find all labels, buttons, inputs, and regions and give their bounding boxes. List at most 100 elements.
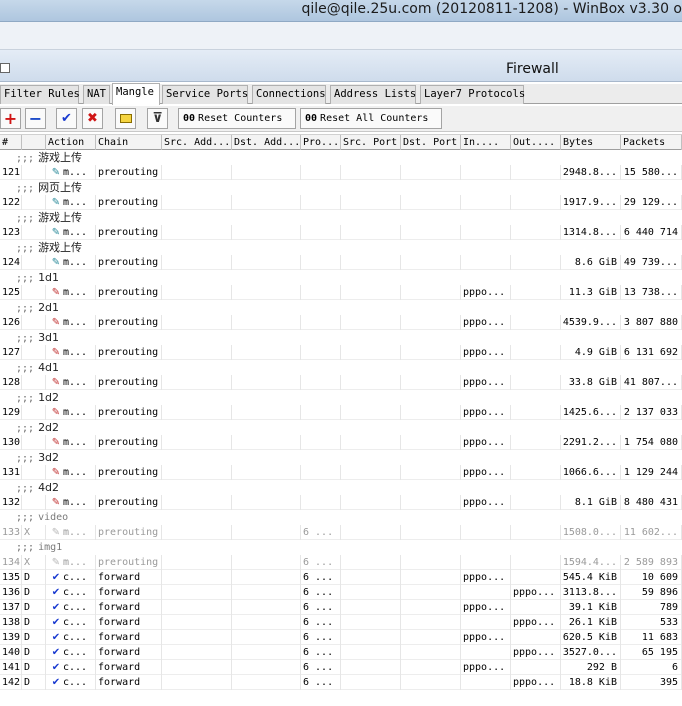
cell-proto	[301, 345, 341, 360]
accept-check-icon: ✔	[51, 602, 61, 613]
cell-flag: D	[22, 630, 46, 645]
cell-in	[461, 615, 511, 630]
rule-comment[interactable]: ;;; 3d2	[0, 450, 682, 465]
table-row[interactable]: 122 ✎ m... prerouting 1917.9... 29 129...	[0, 195, 682, 210]
window-header[interactable]: Firewall	[0, 50, 682, 82]
col-flag[interactable]	[22, 135, 46, 150]
table-row[interactable]: 142 D ✔ c... forward 6 ... pppo... 18.8 KiB 395	[0, 675, 682, 690]
col-dst-port[interactable]: Dst. Port	[401, 135, 461, 150]
tab-connections[interactable]: Connections	[252, 85, 326, 104]
tab-filter-rules[interactable]: Filter Rules	[0, 85, 80, 104]
rule-comment[interactable]: ;;; img1	[0, 540, 682, 555]
cell-out	[511, 525, 561, 540]
cell-num: 131	[2, 465, 22, 480]
table-row[interactable]: 121 ✎ m... prerouting 2948.8... 15 580...	[0, 165, 682, 180]
accept-check-icon: ✔	[51, 572, 61, 583]
table-row[interactable]: 129 ✎ m... prerouting pppo... 1425.6... 2 137 …	[0, 405, 682, 420]
tab-service-ports[interactable]: Service Ports	[162, 85, 248, 104]
table-row[interactable]: 123 ✎ m... prerouting 1314.8... 6 440 714	[0, 225, 682, 240]
rule-comment[interactable]: ;;; 2d2	[0, 420, 682, 435]
rule-comment[interactable]: ;;; 游戏上传	[0, 240, 682, 255]
cell-num: 121	[2, 165, 22, 180]
accept-check-icon: ✔	[51, 662, 61, 673]
cell-src	[162, 615, 232, 630]
table-row[interactable]: 136 D ✔ c... forward 6 ... pppo... 3113.8... 59 …	[0, 585, 682, 600]
cell-flag	[22, 225, 46, 240]
table-row[interactable]: 137 D ✔ c... forward 6 ... pppo... 39.1 KiB 789	[0, 600, 682, 615]
table-row[interactable]: 133 X ✎ m... prerouting 6 ... 1508.0... 11 602.…	[0, 525, 682, 540]
tab-address-lists[interactable]: Address Lists	[330, 85, 416, 104]
cell-src	[162, 225, 232, 240]
cell-sport	[341, 465, 401, 480]
comment-button[interactable]	[115, 108, 136, 129]
cell-bytes: 11.3 GiB	[561, 285, 621, 300]
table-row[interactable]: 128 ✎ m... prerouting pppo... 33.8 GiB 41 807.…	[0, 375, 682, 390]
tab-nat[interactable]: NAT	[83, 85, 110, 104]
rule-comment[interactable]: ;;; 4d2	[0, 480, 682, 495]
col-protocol[interactable]: Pro...	[301, 135, 341, 150]
comment-text: 4d1	[38, 361, 60, 374]
rule-comment[interactable]: ;;; 游戏上传	[0, 150, 682, 165]
disable-button[interactable]: ✖	[82, 108, 103, 129]
cell-dport	[401, 255, 461, 270]
cell-proto	[301, 465, 341, 480]
rule-comment[interactable]: ;;; 1d2	[0, 390, 682, 405]
table-row[interactable]: 124 ✎ m... prerouting 8.6 GiB 49 739...	[0, 255, 682, 270]
cell-sport	[341, 315, 401, 330]
cell-num: 141	[2, 660, 22, 675]
window-menu-icon[interactable]	[0, 63, 10, 73]
col-packets[interactable]: Packets	[621, 135, 682, 150]
tab-layer7-protocols[interactable]: Layer7 Protocols	[420, 85, 525, 104]
table-row[interactable]: 138 D ✔ c... forward 6 ... pppo... 26.1 KiB 533	[0, 615, 682, 630]
col-bytes[interactable]: Bytes	[561, 135, 621, 150]
col-src-port[interactable]: Src. Port	[341, 135, 401, 150]
cell-chain: forward	[96, 585, 162, 600]
reset-counters-button[interactable]: 00 Reset Counters	[178, 108, 296, 129]
col-chain[interactable]: Chain	[96, 135, 162, 150]
enable-button[interactable]: ✔	[56, 108, 77, 129]
remove-button[interactable]: −	[25, 108, 46, 129]
table-row[interactable]: 131 ✎ m... prerouting pppo... 1066.6... 1 129 …	[0, 465, 682, 480]
table-row[interactable]: 132 ✎ m... prerouting pppo... 8.1 GiB 8 480 43…	[0, 495, 682, 510]
filter-button[interactable]: ⊽	[147, 108, 168, 129]
col-src-address[interactable]: Src. Add...	[162, 135, 232, 150]
table-row[interactable]: 130 ✎ m... prerouting pppo... 2291.2... 1 754 …	[0, 435, 682, 450]
cell-dst	[232, 165, 301, 180]
rule-comment[interactable]: ;;; 1d1	[0, 270, 682, 285]
cell-num: 130	[2, 435, 22, 450]
table-row[interactable]: 141 D ✔ c... forward 6 ... pppo... 292 B6	[0, 660, 682, 675]
col-dst-address[interactable]: Dst. Add...	[232, 135, 301, 150]
col-num[interactable]: #	[0, 135, 22, 150]
cell-chain: forward	[96, 600, 162, 615]
table-row[interactable]: 127 ✎ m... prerouting pppo... 4.9 GiB 6 131 69…	[0, 345, 682, 360]
rule-comment[interactable]: ;;; 游戏上传	[0, 210, 682, 225]
cell-dst	[232, 600, 301, 615]
action-label: m...	[63, 467, 88, 478]
action-label: c...	[63, 587, 88, 598]
cell-dst	[232, 285, 301, 300]
reset-all-counters-button[interactable]: 00 Reset All Counters	[300, 108, 442, 129]
cell-bytes: 292 B	[561, 660, 621, 675]
cell-dst	[232, 570, 301, 585]
rule-comment[interactable]: ;;; 2d1	[0, 300, 682, 315]
table-row[interactable]: 134 X ✎ m... prerouting 6 ... 1594.4... 2 589 8…	[0, 555, 682, 570]
tab-mangle[interactable]: Mangle	[112, 83, 160, 105]
rule-comment[interactable]: ;;; video	[0, 510, 682, 525]
table-row[interactable]: 139 D ✔ c... forward 6 ... pppo... 620.5 KiB 11 …	[0, 630, 682, 645]
table-row[interactable]: 135 D ✔ c... forward 6 ... pppo... 545.4 KiB 10 …	[0, 570, 682, 585]
col-out-interface[interactable]: Out....	[511, 135, 561, 150]
col-in-interface[interactable]: In....	[461, 135, 511, 150]
rule-comment[interactable]: ;;; 网页上传	[0, 180, 682, 195]
col-action[interactable]: Action	[46, 135, 96, 150]
cell-sport	[341, 645, 401, 660]
table-row[interactable]: 126 ✎ m... prerouting pppo... 4539.9... 3 807 …	[0, 315, 682, 330]
rule-comment[interactable]: ;;; 4d1	[0, 360, 682, 375]
rule-comment[interactable]: ;;; 3d1	[0, 330, 682, 345]
add-button[interactable]: +	[0, 108, 21, 129]
comment-text: 游戏上传	[38, 241, 83, 254]
cell-num: 133	[2, 525, 22, 540]
table-row[interactable]: 140 D ✔ c... forward 6 ... pppo... 3527.0... 65 …	[0, 645, 682, 660]
cell-bytes: 8.1 GiB	[561, 495, 621, 510]
cell-src	[162, 675, 232, 690]
table-row[interactable]: 125 ✎ m... prerouting pppo... 11.3 GiB 13 738.…	[0, 285, 682, 300]
